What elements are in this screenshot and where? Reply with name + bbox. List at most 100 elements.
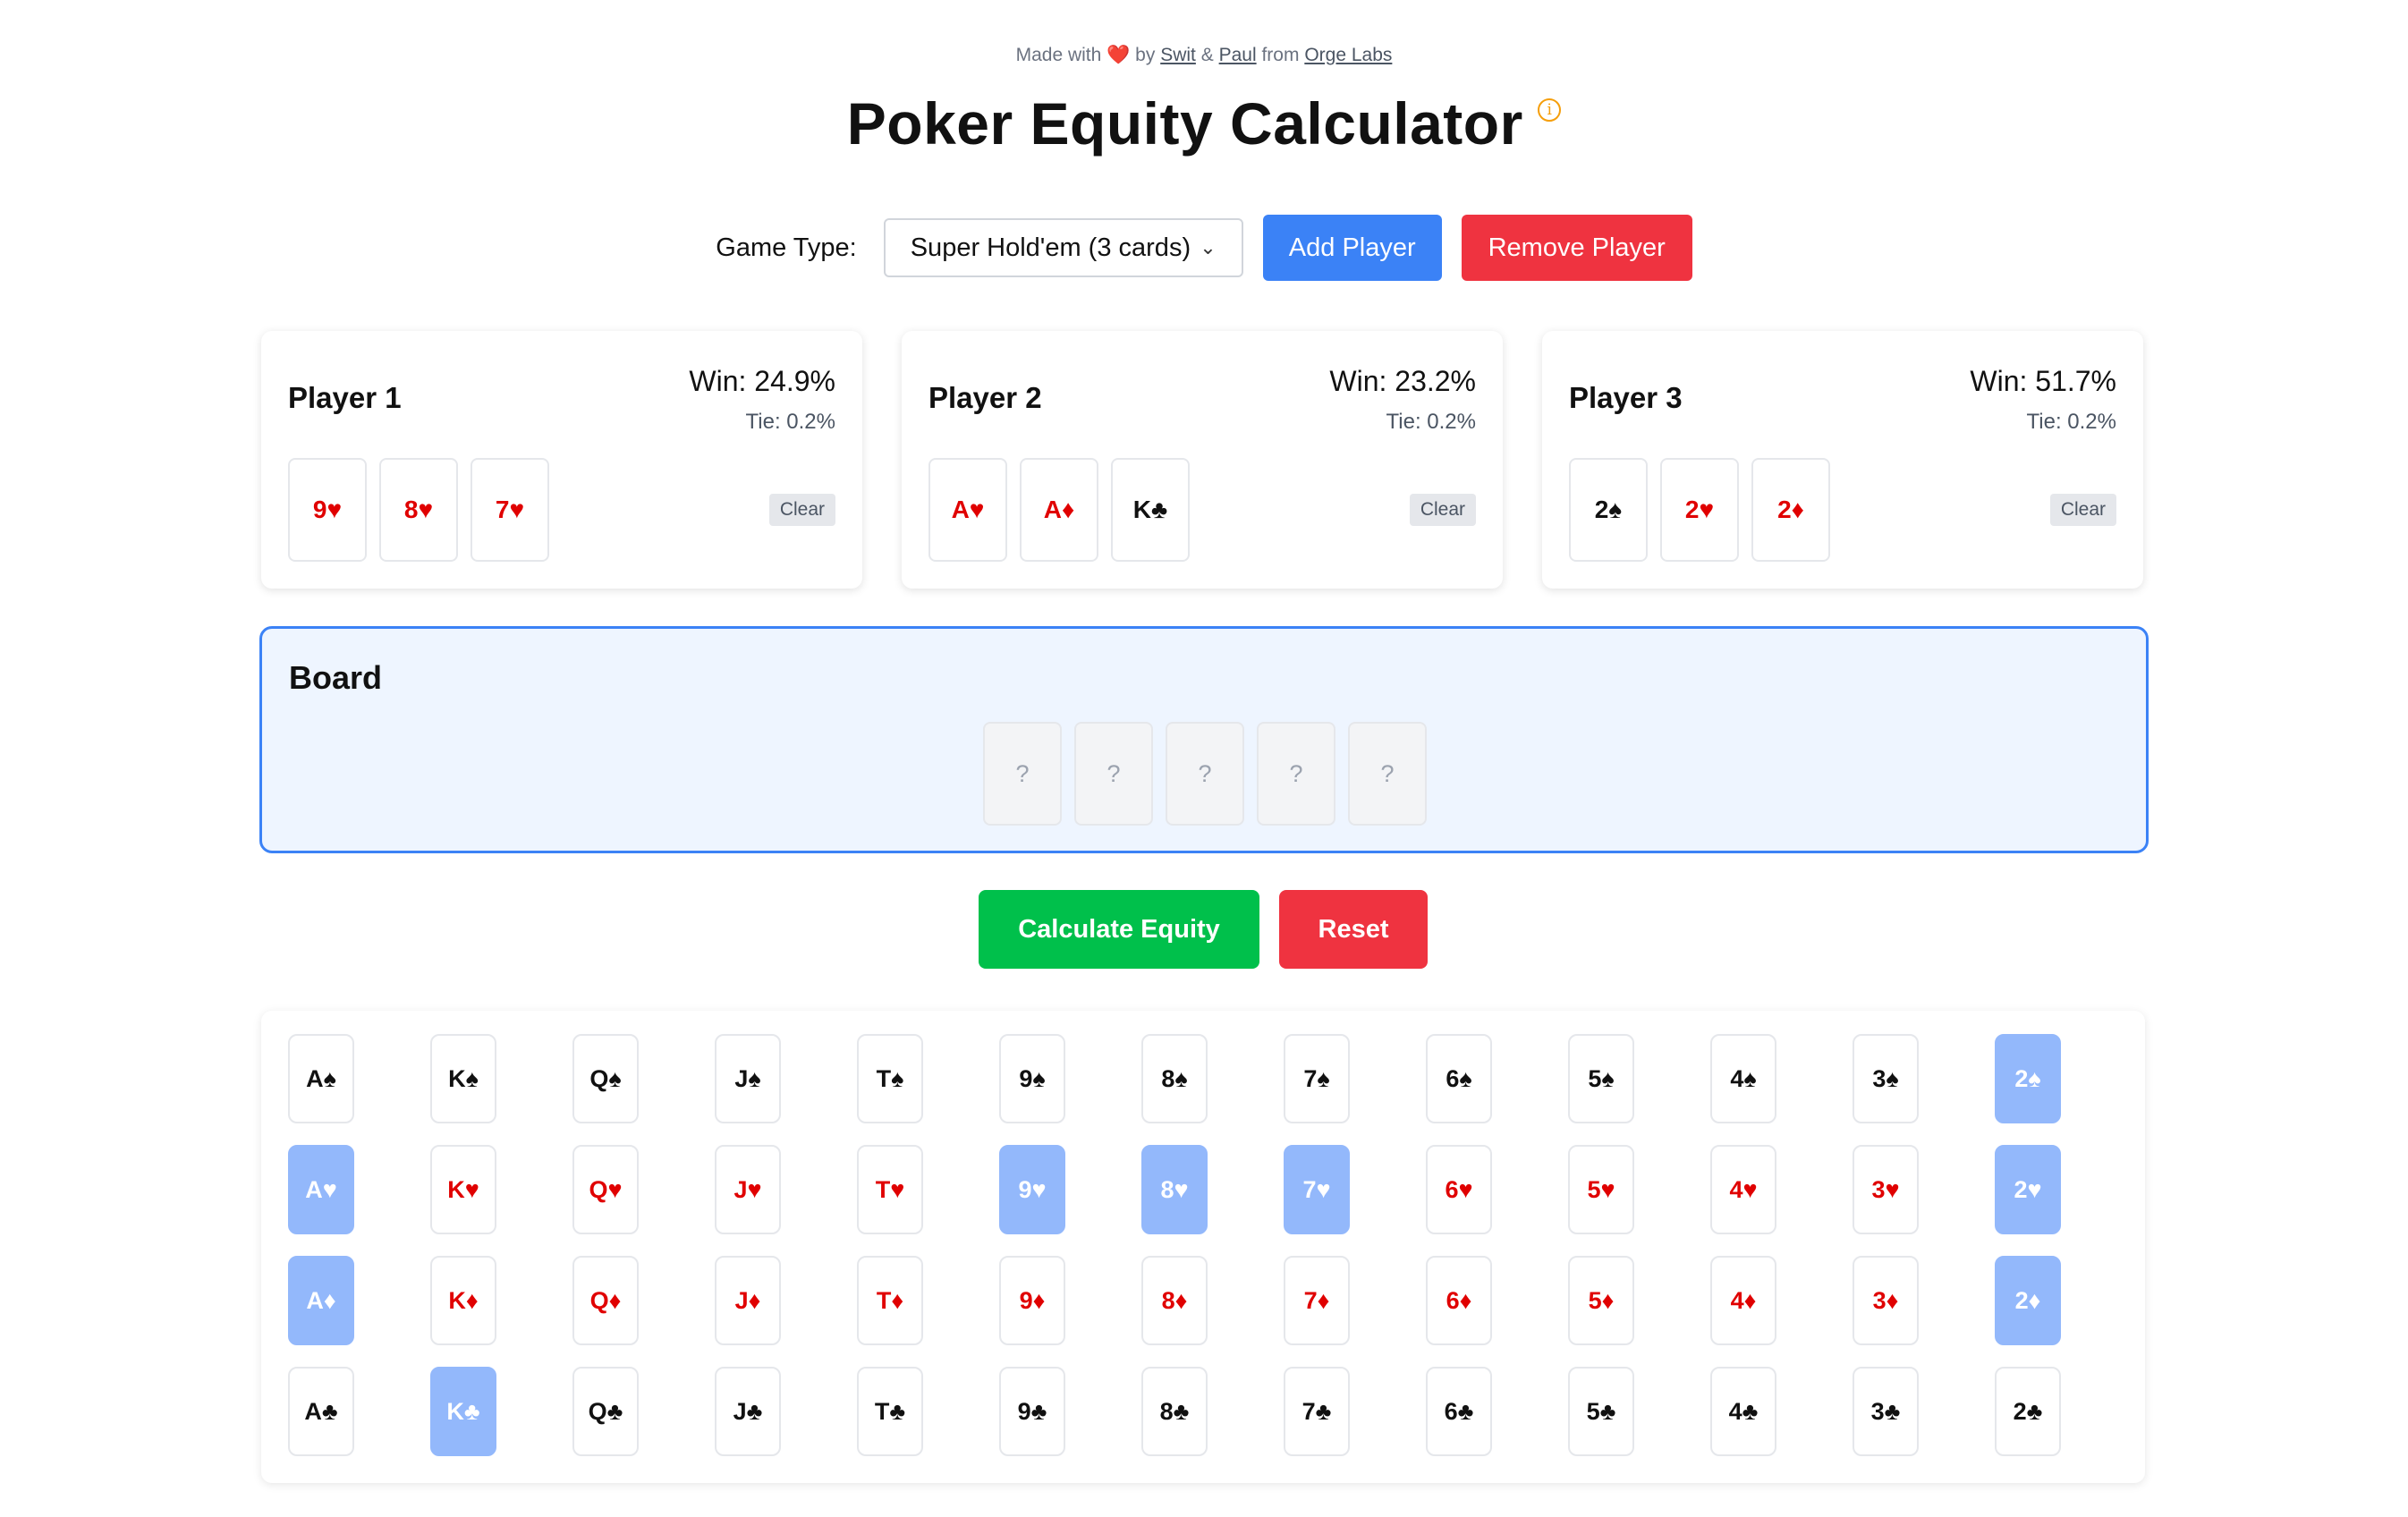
- deck-card-6-diamonds[interactable]: 6♦: [1426, 1256, 1492, 1345]
- deck-card-k-clubs[interactable]: K♣: [430, 1367, 496, 1456]
- hole-card[interactable]: 9♥: [288, 458, 367, 562]
- deck-card-6-clubs[interactable]: 6♣: [1426, 1367, 1492, 1456]
- board-card-slot[interactable]: ?: [1166, 722, 1244, 826]
- deck-card-t-clubs[interactable]: T♣: [857, 1367, 923, 1456]
- deck-card-t-hearts[interactable]: T♥: [857, 1145, 923, 1234]
- deck-card-q-diamonds[interactable]: Q♦: [572, 1256, 639, 1345]
- deck-card-3-spades[interactable]: 3♠: [1853, 1034, 1919, 1123]
- credit-prefix: Made with: [1015, 45, 1102, 65]
- credit-from: from: [1261, 45, 1300, 65]
- deck-card-3-diamonds[interactable]: 3♦: [1853, 1256, 1919, 1345]
- game-type-label: Game Type:: [716, 233, 857, 262]
- deck-card-3-clubs[interactable]: 3♣: [1853, 1367, 1919, 1456]
- hole-card[interactable]: A♥: [928, 458, 1007, 562]
- board-panel: Board ? ? ? ? ?: [259, 626, 2149, 853]
- deck-card-j-hearts[interactable]: J♥: [715, 1145, 781, 1234]
- calculate-equity-button[interactable]: Calculate Equity: [979, 890, 1259, 969]
- player-panel-2: Player 2 Win: 23.2% Tie: 0.2% A♥ A♦ K♣ C…: [902, 331, 1503, 589]
- deck-card-t-spades[interactable]: T♠: [857, 1034, 923, 1123]
- deck-card-2-diamonds[interactable]: 2♦: [1995, 1256, 2061, 1345]
- player-panel-1: Player 1 Win: 24.9% Tie: 0.2% 9♥ 8♥ 7♥ C…: [261, 331, 862, 589]
- deck-card-4-hearts[interactable]: 4♥: [1710, 1145, 1776, 1234]
- tie-percentage: Tie: 0.2%: [2026, 410, 2117, 434]
- deck-card-3-hearts[interactable]: 3♥: [1853, 1145, 1919, 1234]
- credit-by: by: [1135, 45, 1156, 65]
- deck-card-a-diamonds[interactable]: A♦: [288, 1256, 354, 1345]
- deck-card-7-diamonds[interactable]: 7♦: [1284, 1256, 1350, 1345]
- deck-card-8-diamonds[interactable]: 8♦: [1141, 1256, 1208, 1345]
- card-deck-grid: A♠ K♠ Q♠ J♠ T♠ 9♠ 8♠ 7♠ 6♠ 5♠ 4♠ 3♠ 2♠ A♥ K♥ Q♥ J♥ T♥ 9♥ 8♥…: [261, 1011, 2145, 1483]
- deck-card-7-clubs[interactable]: 7♣: [1284, 1367, 1350, 1456]
- player-name: Player 2: [928, 381, 1042, 414]
- info-icon[interactable]: i: [1538, 98, 1562, 122]
- player-name: Player 1: [288, 381, 402, 414]
- deck-card-j-clubs[interactable]: J♣: [715, 1367, 781, 1456]
- clear-player-button[interactable]: Clear: [1409, 494, 1476, 526]
- win-percentage: Win: 24.9%: [689, 365, 835, 397]
- board-card-slot[interactable]: ?: [983, 722, 1062, 826]
- deck-card-2-spades[interactable]: 2♠: [1995, 1034, 2061, 1123]
- deck-card-9-spades[interactable]: 9♠: [999, 1034, 1065, 1123]
- deck-card-q-spades[interactable]: Q♠: [572, 1034, 639, 1123]
- deck-card-2-hearts[interactable]: 2♥: [1995, 1145, 2061, 1234]
- deck-card-9-diamonds[interactable]: 9♦: [999, 1256, 1065, 1345]
- hole-card[interactable]: A♦: [1020, 458, 1098, 562]
- clear-player-button[interactable]: Clear: [2049, 494, 2116, 526]
- add-player-button[interactable]: Add Player: [1262, 215, 1442, 281]
- deck-card-a-spades[interactable]: A♠: [288, 1034, 354, 1123]
- hole-card[interactable]: 8♥: [379, 458, 458, 562]
- deck-card-k-spades[interactable]: K♠: [430, 1034, 496, 1123]
- game-type-select[interactable]: Super Hold'em (3 cards) ⌄: [883, 218, 1243, 277]
- deck-card-4-diamonds[interactable]: 4♦: [1710, 1256, 1776, 1345]
- deck-card-8-spades[interactable]: 8♠: [1141, 1034, 1208, 1123]
- org-link[interactable]: Orge Labs: [1304, 45, 1392, 65]
- win-percentage: Win: 23.2%: [1329, 365, 1476, 397]
- page-title: Poker Equity Calculator: [846, 90, 1523, 157]
- board-card-slot[interactable]: ?: [1348, 722, 1427, 826]
- deck-card-7-hearts[interactable]: 7♥: [1284, 1145, 1350, 1234]
- deck-card-6-spades[interactable]: 6♠: [1426, 1034, 1492, 1123]
- deck-card-5-diamonds[interactable]: 5♦: [1568, 1256, 1634, 1345]
- title-row: Poker Equity Calculator i: [0, 89, 2408, 157]
- deck-card-a-clubs[interactable]: A♣: [288, 1367, 354, 1456]
- deck-card-q-hearts[interactable]: Q♥: [572, 1145, 639, 1234]
- tie-percentage: Tie: 0.2%: [1386, 410, 1477, 434]
- chevron-down-icon: ⌄: [1200, 236, 1217, 258]
- hole-card[interactable]: K♣: [1111, 458, 1190, 562]
- deck-card-a-hearts[interactable]: A♥: [288, 1145, 354, 1234]
- deck-card-9-hearts[interactable]: 9♥: [999, 1145, 1065, 1234]
- deck-card-k-diamonds[interactable]: K♦: [430, 1256, 496, 1345]
- deck-card-2-clubs[interactable]: 2♣: [1995, 1367, 2061, 1456]
- board-card-slot[interactable]: ?: [1257, 722, 1335, 826]
- board-card-slot[interactable]: ?: [1074, 722, 1153, 826]
- deck-card-j-spades[interactable]: J♠: [715, 1034, 781, 1123]
- game-type-value: Super Hold'em (3 cards): [910, 233, 1191, 262]
- reset-button[interactable]: Reset: [1279, 890, 1428, 969]
- credit-amp: &: [1200, 45, 1214, 65]
- author-link-paul[interactable]: Paul: [1219, 45, 1257, 65]
- deck-card-5-hearts[interactable]: 5♥: [1568, 1145, 1634, 1234]
- hole-card[interactable]: 7♥: [471, 458, 549, 562]
- deck-card-7-spades[interactable]: 7♠: [1284, 1034, 1350, 1123]
- deck-card-t-diamonds[interactable]: T♦: [857, 1256, 923, 1345]
- author-link-swit[interactable]: Swit: [1160, 45, 1196, 65]
- deck-card-4-clubs[interactable]: 4♣: [1710, 1367, 1776, 1456]
- deck-card-5-spades[interactable]: 5♠: [1568, 1034, 1634, 1123]
- deck-card-j-diamonds[interactable]: J♦: [715, 1256, 781, 1345]
- deck-card-6-hearts[interactable]: 6♥: [1426, 1145, 1492, 1234]
- deck-card-9-clubs[interactable]: 9♣: [999, 1367, 1065, 1456]
- remove-player-button[interactable]: Remove Player: [1461, 215, 1692, 281]
- deck-card-5-clubs[interactable]: 5♣: [1568, 1367, 1634, 1456]
- deck-card-8-hearts[interactable]: 8♥: [1141, 1145, 1208, 1234]
- hole-card[interactable]: 2♥: [1660, 458, 1739, 562]
- clear-player-button[interactable]: Clear: [768, 494, 835, 526]
- controls-bar: Game Type: Super Hold'em (3 cards) ⌄ Add…: [0, 215, 2408, 281]
- deck-card-k-hearts[interactable]: K♥: [430, 1145, 496, 1234]
- deck-card-q-clubs[interactable]: Q♣: [572, 1367, 639, 1456]
- deck-card-8-clubs[interactable]: 8♣: [1141, 1367, 1208, 1456]
- deck-card-4-spades[interactable]: 4♠: [1710, 1034, 1776, 1123]
- hole-card[interactable]: 2♦: [1751, 458, 1830, 562]
- hole-card[interactable]: 2♠: [1569, 458, 1648, 562]
- player-name: Player 3: [1569, 381, 1683, 414]
- win-percentage: Win: 51.7%: [1970, 365, 2116, 397]
